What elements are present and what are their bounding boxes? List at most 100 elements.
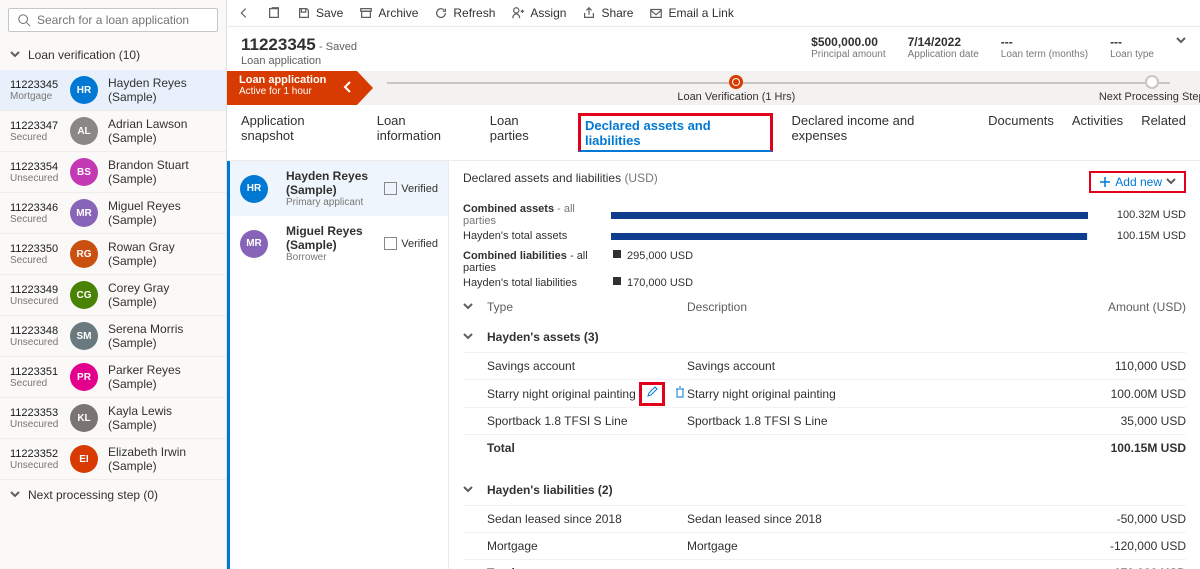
chevron-down-icon — [463, 330, 473, 344]
table-row[interactable]: Mortgage Mortgage-120,000 USD — [463, 532, 1186, 559]
liabilities-group[interactable]: Hayden's liabilities (2) — [463, 475, 1186, 505]
avatar: PR — [70, 363, 98, 391]
save-button[interactable]: Save — [297, 6, 343, 20]
details-panel: Declared assets and liabilities (USD) Ad… — [449, 161, 1200, 569]
loan-item[interactable]: 11223351Secured PR Parker Reyes (Sample) — [0, 357, 226, 398]
add-new-button[interactable]: Add new — [1089, 171, 1186, 193]
loan-item[interactable]: 11223354Unsecured BS Brandon Stuart (Sam… — [0, 152, 226, 193]
parties-panel: HR Hayden Reyes (Sample)Primary applican… — [227, 161, 449, 569]
tab-application-snapshot[interactable]: Application snapshot — [241, 113, 359, 152]
record-status: - Saved — [319, 41, 357, 53]
tab-declared-assets-and-liabilities[interactable]: Declared assets and liabilities — [578, 113, 774, 152]
open-button[interactable] — [267, 6, 281, 20]
chevron-left-icon — [343, 80, 353, 97]
table-row[interactable]: Starry night original painting Starry ni… — [463, 379, 1186, 407]
avatar: AL — [70, 117, 98, 145]
refresh-button[interactable]: Refresh — [434, 6, 495, 20]
sidebar: Loan verification (10) 11223345Mortgage … — [0, 0, 227, 569]
chevron-down-icon[interactable] — [1176, 35, 1186, 67]
back-button[interactable] — [237, 6, 251, 20]
loan-name: Hayden Reyes (Sample) — [108, 76, 216, 104]
table-row[interactable]: Sedan leased since 2018 Sedan leased sin… — [463, 505, 1186, 532]
tab-loan-information[interactable]: Loan information — [377, 113, 472, 152]
chevron-down-icon — [10, 48, 20, 62]
stat-type: ---Loan type — [1110, 35, 1154, 67]
party-item[interactable]: HR Hayden Reyes (Sample)Primary applican… — [230, 161, 448, 216]
search-box[interactable] — [8, 8, 218, 32]
avatar: MR — [240, 230, 268, 258]
stage-bar: Loan application Active for 1 hour Loan … — [227, 71, 1200, 105]
own-liabilities: Hayden's total liabilities 170,000 USD — [463, 277, 1186, 289]
loan-name: Adrian Lawson (Sample) — [108, 117, 216, 145]
section-loan-verification[interactable]: Loan verification (10) — [0, 40, 226, 70]
liabilities-total: Total -170,000 USD — [463, 559, 1186, 569]
record-title: 11223345 — [241, 35, 316, 54]
tab-loan-parties[interactable]: Loan parties — [490, 113, 560, 152]
loan-item[interactable]: 11223350Secured RG Rowan Gray (Sample) — [0, 234, 226, 275]
loan-item[interactable]: 11223353Unsecured KL Kayla Lewis (Sample… — [0, 398, 226, 439]
search-icon — [17, 13, 31, 27]
stat-appdate: 7/14/2022Application date — [908, 35, 979, 67]
combined-assets-bar: Combined assets - all parties 100.32M US… — [463, 203, 1186, 227]
own-assets-bar: Hayden's total assets 100.15M USD — [463, 230, 1186, 242]
loan-name: Elizabeth Irwin (Sample) — [108, 445, 216, 473]
loan-item[interactable]: 11223348Unsecured SM Serena Morris (Samp… — [0, 316, 226, 357]
avatar: CG — [70, 281, 98, 309]
stat-principal: $500,000.00Principal amount — [811, 35, 885, 67]
avatar: MR — [70, 199, 98, 227]
tab-activities[interactable]: Activities — [1072, 113, 1123, 152]
chevron-down-icon[interactable] — [463, 300, 473, 314]
main: Save Archive Refresh Assign Share Email … — [227, 0, 1200, 569]
grid-header: Type Description Amount (USD) — [463, 292, 1186, 322]
chevron-down-icon — [463, 483, 473, 497]
loan-name: Rowan Gray (Sample) — [108, 240, 216, 268]
section-label: Loan verification (10) — [28, 48, 140, 62]
loan-item[interactable]: 11223352Unsecured EI Elizabeth Irwin (Sa… — [0, 439, 226, 480]
avatar: HR — [240, 175, 268, 203]
loan-item[interactable]: 11223347Secured AL Adrian Lawson (Sample… — [0, 111, 226, 152]
avatar: EI — [70, 445, 98, 473]
tab-related[interactable]: Related — [1141, 113, 1186, 152]
table-row[interactable]: Savings account Savings account110,000 U… — [463, 352, 1186, 379]
combined-liabilities: Combined liabilities - all parties 295,0… — [463, 250, 1186, 274]
loan-item[interactable]: 11223349Unsecured CG Corey Gray (Sample) — [0, 275, 226, 316]
command-bar: Save Archive Refresh Assign Share Email … — [227, 0, 1200, 27]
party-item[interactable]: MR Miguel Reyes (Sample)Borrower Verifie… — [230, 216, 448, 271]
edit-icon[interactable] — [639, 382, 665, 406]
section-label: Next processing step (0) — [28, 488, 158, 502]
tabs: Application snapshot Loan information Loan… — [227, 105, 1200, 161]
assets-group[interactable]: Hayden's assets (3) — [463, 322, 1186, 352]
tab-declared-income-and-expenses[interactable]: Declared income and expenses — [791, 113, 970, 152]
section-next-step[interactable]: Next processing step (0) — [0, 480, 226, 510]
delete-icon[interactable] — [674, 387, 686, 401]
archive-button[interactable]: Archive — [359, 6, 418, 20]
details-title: Declared assets and liabilities (USD) — [463, 171, 658, 193]
table-row[interactable]: Sportback 1.8 TFSI S Line Sportback 1.8 … — [463, 407, 1186, 434]
loan-name: Parker Reyes (Sample) — [108, 363, 216, 391]
stage-current[interactable]: Loan Verification (1 Hrs) — [677, 75, 795, 103]
loan-item[interactable]: 11223346Secured MR Miguel Reyes (Sample) — [0, 193, 226, 234]
loan-name: Brandon Stuart (Sample) — [108, 158, 216, 186]
loan-name: Miguel Reyes (Sample) — [108, 199, 216, 227]
tab-documents[interactable]: Documents — [988, 113, 1054, 152]
search-input[interactable] — [37, 13, 209, 27]
record-subtitle: Loan application — [241, 55, 357, 67]
assign-button[interactable]: Assign — [511, 6, 566, 20]
assets-total: Total 100.15M USD — [463, 434, 1186, 461]
loan-item[interactable]: 11223345Mortgage HR Hayden Reyes (Sample… — [0, 70, 226, 111]
loan-name: Kayla Lewis (Sample) — [108, 404, 216, 432]
avatar: HR — [70, 76, 98, 104]
avatar: BS — [70, 158, 98, 186]
loan-name: Serena Morris (Sample) — [108, 322, 216, 350]
share-button[interactable]: Share — [582, 6, 633, 20]
verified-checkbox[interactable]: Verified — [384, 237, 438, 250]
verified-checkbox[interactable]: Verified — [384, 182, 438, 195]
loan-name: Corey Gray (Sample) — [108, 281, 216, 309]
stage-active[interactable]: Loan application Active for 1 hour — [227, 71, 357, 105]
stat-term: ---Loan term (months) — [1001, 35, 1088, 67]
email-link-button[interactable]: Email a Link — [649, 6, 733, 20]
avatar: RG — [70, 240, 98, 268]
chevron-down-icon — [10, 488, 20, 502]
avatar: KL — [70, 404, 98, 432]
stage-next[interactable]: Next Processing Step — [1099, 75, 1200, 103]
